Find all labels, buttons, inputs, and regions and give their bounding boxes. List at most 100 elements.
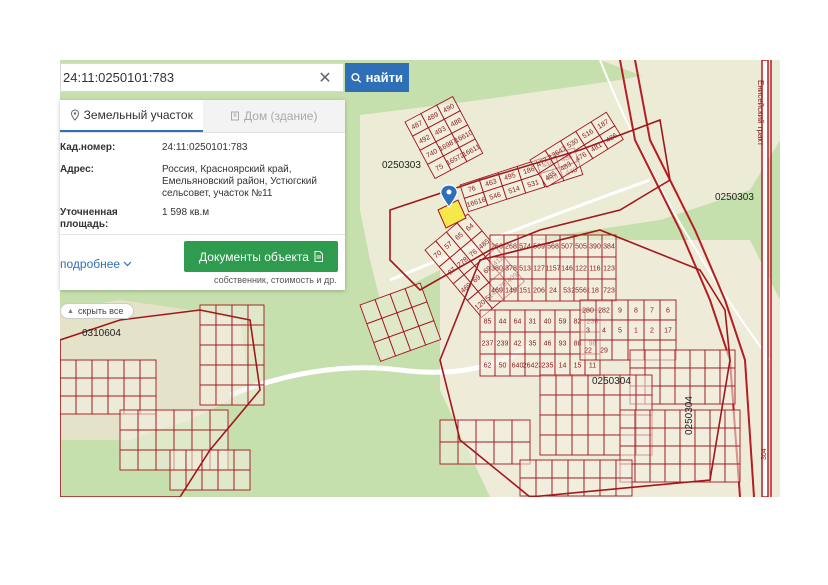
parcel[interactable] xyxy=(107,359,125,379)
parcel[interactable] xyxy=(649,409,666,429)
parcel[interactable] xyxy=(215,384,233,406)
parcel[interactable] xyxy=(139,359,157,379)
parcel[interactable] xyxy=(493,441,513,465)
parcel[interactable] xyxy=(664,409,681,429)
parcel[interactable] xyxy=(511,419,531,443)
parcel[interactable] xyxy=(571,434,589,456)
parcel[interactable] xyxy=(599,477,617,497)
parcel[interactable] xyxy=(587,394,605,416)
parcel[interactable] xyxy=(679,463,696,483)
search-input[interactable] xyxy=(61,69,315,86)
parcel[interactable] xyxy=(659,349,676,369)
parcel[interactable] xyxy=(555,434,573,456)
parcel[interactable] xyxy=(191,409,211,431)
parcel[interactable] xyxy=(519,477,537,497)
parcel[interactable] xyxy=(199,344,217,366)
parcel[interactable] xyxy=(185,469,203,491)
parcel[interactable] xyxy=(519,459,537,479)
parcel[interactable] xyxy=(535,477,553,497)
parcel[interactable] xyxy=(209,409,229,431)
parcel[interactable] xyxy=(694,445,711,465)
parcel[interactable] xyxy=(611,339,629,361)
parcel[interactable] xyxy=(231,364,249,386)
parcel[interactable] xyxy=(571,414,589,436)
clear-search-icon[interactable]: ✕ xyxy=(315,68,335,88)
parcel[interactable] xyxy=(724,463,741,483)
parcel[interactable] xyxy=(201,469,219,491)
parcel[interactable] xyxy=(583,477,601,497)
parcel[interactable] xyxy=(603,414,621,436)
parcel[interactable] xyxy=(215,364,233,386)
parcel[interactable] xyxy=(649,463,666,483)
parcel[interactable] xyxy=(644,349,661,369)
parcel[interactable] xyxy=(571,394,589,416)
parcel[interactable] xyxy=(674,349,691,369)
parcel[interactable] xyxy=(635,374,653,396)
parcel[interactable] xyxy=(634,445,651,465)
parcel[interactable] xyxy=(583,459,601,479)
parcel[interactable] xyxy=(664,427,681,447)
parcel[interactable] xyxy=(539,414,557,436)
parcel[interactable] xyxy=(199,364,217,386)
parcel[interactable] xyxy=(724,427,741,447)
parcel[interactable] xyxy=(60,377,77,397)
parcel[interactable] xyxy=(137,449,157,471)
parcel[interactable] xyxy=(493,419,513,443)
parcel[interactable] xyxy=(555,394,573,416)
parcel[interactable] xyxy=(567,459,585,479)
parcel[interactable] xyxy=(539,394,557,416)
parcel[interactable] xyxy=(664,463,681,483)
parcel[interactable] xyxy=(60,359,77,379)
parcel[interactable] xyxy=(123,377,141,397)
parcel[interactable] xyxy=(551,459,569,479)
parcel[interactable] xyxy=(233,469,251,491)
parcel[interactable] xyxy=(169,449,187,471)
parcel[interactable] xyxy=(173,409,193,431)
more-link[interactable]: подробнее xyxy=(60,257,132,271)
parcel[interactable] xyxy=(619,409,636,429)
parcel[interactable] xyxy=(539,374,557,396)
parcel[interactable] xyxy=(724,445,741,465)
tab-house[interactable]: Дом (здание) xyxy=(202,100,345,132)
parcel[interactable] xyxy=(75,377,93,397)
parcel[interactable] xyxy=(199,304,217,326)
parcel[interactable] xyxy=(169,469,187,491)
parcel[interactable] xyxy=(587,414,605,436)
parcel[interactable] xyxy=(603,394,621,416)
parcel[interactable] xyxy=(664,445,681,465)
parcel[interactable] xyxy=(679,445,696,465)
parcel[interactable] xyxy=(704,385,721,405)
parcel[interactable] xyxy=(659,367,676,387)
parcel[interactable] xyxy=(119,409,139,431)
parcel[interactable] xyxy=(674,367,691,387)
parcel[interactable] xyxy=(704,349,721,369)
parcel[interactable] xyxy=(555,414,573,436)
parcel[interactable] xyxy=(689,367,706,387)
parcel[interactable] xyxy=(599,459,617,479)
parcel[interactable] xyxy=(217,449,235,471)
parcel[interactable] xyxy=(709,409,726,429)
parcel[interactable] xyxy=(719,349,736,369)
parcel[interactable] xyxy=(247,364,265,386)
parcel[interactable] xyxy=(139,377,157,397)
parcel[interactable] xyxy=(217,469,235,491)
parcel[interactable] xyxy=(119,449,139,471)
object-documents-button[interactable]: Документы объекта xyxy=(184,241,338,272)
parcel[interactable] xyxy=(91,377,109,397)
parcel[interactable] xyxy=(231,384,249,406)
parcel[interactable] xyxy=(457,419,477,443)
parcel[interactable] xyxy=(137,429,157,451)
parcel[interactable] xyxy=(199,324,217,346)
parcel[interactable] xyxy=(535,459,553,479)
parcel[interactable] xyxy=(694,409,711,429)
tab-land-plot[interactable]: Земельный участок xyxy=(60,100,203,132)
parcel[interactable] xyxy=(619,427,636,447)
parcel[interactable] xyxy=(587,434,605,456)
parcel[interactable] xyxy=(694,427,711,447)
parcel[interactable] xyxy=(709,445,726,465)
parcel[interactable] xyxy=(231,344,249,366)
parcel[interactable] xyxy=(539,434,557,456)
parcel[interactable] xyxy=(119,429,139,451)
parcel[interactable] xyxy=(215,324,233,346)
parcel[interactable] xyxy=(724,409,741,429)
